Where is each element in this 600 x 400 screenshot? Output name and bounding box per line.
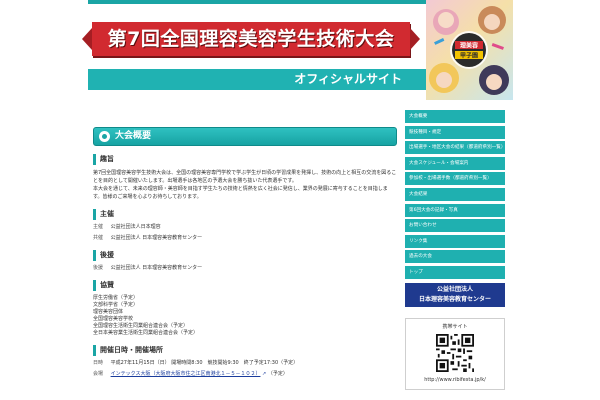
- sidebar-item-results[interactable]: 大会結果: [405, 187, 505, 201]
- sidebar-item-contact[interactable]: お問い合わせ: [405, 219, 505, 233]
- section-title-bar: 大会概要: [93, 127, 397, 146]
- sidebar-item-schedule[interactable]: 大会スケジュール・会場案内: [405, 156, 505, 170]
- list-item: 理容美容団体: [93, 309, 124, 315]
- heading-support: 協賛: [93, 280, 397, 291]
- title-banner: 第7回全国理容美容学生技術大会: [82, 22, 420, 56]
- site-subtitle: オフィシャルサイト: [294, 72, 402, 86]
- illustration-badge-top: 理美容: [460, 42, 478, 50]
- subtitle-banner: オフィシャルサイト: [88, 69, 428, 90]
- page: 第7回全国理容美容学生技術大会 オフィシャルサイト 理美容 甲子園 大会概要 趣…: [0, 0, 600, 400]
- list-item: 厚生労働省（予定）: [93, 295, 139, 301]
- sidebar-nav: 大会概要 競技種目・規定 出場選手・地区大会の結果（都道府県別一覧） 大会スケジ…: [405, 110, 505, 282]
- list-item: 全日本美容業生活衛生同業組合連合会（予定）: [93, 330, 199, 336]
- qr-code-icon: [436, 334, 474, 372]
- sidebar-item-links[interactable]: リンク集: [405, 234, 505, 248]
- heading-intro: 趣旨: [93, 154, 397, 165]
- date-label: 日時: [93, 360, 104, 366]
- organizer-value: 公益社団法人日本理容: [110, 224, 161, 230]
- sidebar-item-events[interactable]: 競技種目・規定: [405, 125, 505, 139]
- heading-organizer: 主催: [93, 209, 397, 220]
- intro-paragraph-1: 第7回全国理容美容学生技術大会は、全国の理容美容専門学校で学ぶ学生が日頃の学習成…: [93, 170, 397, 184]
- qr-label: 携帯サイト: [442, 324, 468, 330]
- section-title: 大会概要: [115, 131, 152, 141]
- co-organizer-label: 共催: [93, 235, 104, 241]
- venue-label: 会場: [93, 371, 104, 377]
- illustration-art: 理美容 甲子園: [429, 6, 509, 95]
- org-banner-line2: 日本理容美容教育センター: [418, 296, 491, 303]
- heading-sponsor: 後援: [93, 250, 397, 261]
- org-banner-line1: 公益社団法人: [436, 286, 473, 293]
- organizer-row: 主催 公益社団法人日本理容: [93, 223, 397, 231]
- sponsor-row: 後援 公益社団法人 日本理容美容教育センター: [93, 264, 397, 272]
- site-title[interactable]: 第7回全国理容美容学生技術大会: [92, 22, 410, 56]
- sidebar-item-schools[interactable]: 参加校・出場選手数（都道府県別一覧）: [405, 172, 505, 186]
- venue-suffix: （予定）: [267, 371, 288, 377]
- list-item: 文部科学省（予定）: [93, 302, 139, 308]
- list-item: 全国理容美容学校: [93, 316, 134, 322]
- date-row: 日時 平成27年11月15日（日） 開場時間8:30 競技開始9:30 終了予定…: [93, 359, 397, 367]
- list-item: 全国理容生活衛生同業組合連合会（予定）: [93, 323, 189, 329]
- main-content: 大会概要 趣旨 第7回全国理容美容学生技術大会は、全国の理容美容専門学校で学ぶ学…: [93, 127, 397, 378]
- organizer-label: 主催: [93, 224, 104, 230]
- sidebar-item-past-record[interactable]: 第6回大会の記録・写真: [405, 203, 505, 217]
- illustration-badge-bottom: 甲子園: [460, 52, 478, 60]
- qr-url[interactable]: http://www.ribifesta.jp/k/: [406, 376, 504, 384]
- co-organizer-value: 公益社団法人 日本理容美容教育センター: [110, 235, 203, 241]
- venue-row: 会場 インテックス大阪（大阪府大阪市住之江区南港北１－５－１０２） ↗ （予定）: [93, 370, 397, 378]
- heading-schedule: 開催日時・開催場所: [93, 345, 397, 356]
- sidebar-item-top[interactable]: トップ: [405, 265, 505, 279]
- intro-paragraph-2: 本大会を通じて、未来の理容師・美容師を目指す学生たちの技術と情熱を広く社会に発信…: [93, 186, 388, 200]
- site-header: 第7回全国理容美容学生技術大会 オフィシャルサイト 理美容 甲子園: [82, 0, 513, 100]
- support-list: 厚生労働省（予定） 文部科学省（予定） 理容美容団体 全国理容美容学校 全国理容…: [93, 295, 397, 337]
- date-value: 平成27年11月15日（日） 開場時間8:30 競技開始9:30 終了予定17:…: [110, 360, 299, 366]
- sidebar-item-players[interactable]: 出場選手・地区大会の結果（都道府県別一覧）: [405, 141, 505, 155]
- circle-bullet-icon: [99, 131, 110, 142]
- sponsor-label: 後援: [93, 265, 104, 271]
- sidebar-item-past-events[interactable]: 過去の大会: [405, 250, 505, 264]
- mobile-site-box: 携帯サイト http://www.ribifesta.jp/k/: [405, 318, 505, 390]
- sidebar-item-overview[interactable]: 大会概要: [405, 110, 505, 123]
- organization-banner[interactable]: 公益社団法人 日本理容美容教育センター: [405, 283, 505, 307]
- venue-link[interactable]: インテックス大阪（大阪府大阪市住之江区南港北１－５－１０２）: [111, 371, 261, 377]
- header-illustration: 理美容 甲子園: [426, 0, 513, 100]
- co-organizer-row: 共催 公益社団法人 日本理容美容教育センター: [93, 234, 397, 242]
- external-link-icon: ↗: [262, 371, 267, 377]
- sponsor-value: 公益社団法人 日本理容美容教育センター: [110, 265, 203, 271]
